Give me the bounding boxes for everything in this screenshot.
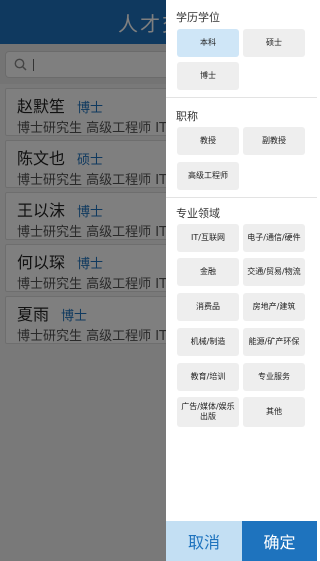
filter-footer: 取消 确定 — [166, 521, 317, 561]
option-finance[interactable]: 金融 — [177, 258, 239, 286]
option-logistics[interactable]: 交通/贸易/物流 — [243, 258, 305, 286]
option-professor[interactable]: 教授 — [177, 127, 239, 155]
option-professional-services[interactable]: 专业服务 — [243, 363, 305, 391]
option-associate-professor[interactable]: 副教授 — [243, 127, 305, 155]
section-title-education: 学历学位 — [176, 11, 220, 24]
option-media[interactable]: 广告/媒体/娱乐出版 — [177, 397, 239, 427]
confirm-button[interactable]: 确定 — [242, 521, 317, 561]
option-real-estate[interactable]: 房地产/建筑 — [243, 293, 305, 321]
option-education[interactable]: 教育/培训 — [177, 363, 239, 391]
divider — [166, 197, 317, 198]
cancel-button[interactable]: 取消 — [166, 521, 242, 561]
filter-drawer: 学历学位 本科 硕士 博士 职称 教授 副教授 高级工程师 专业领域 IT/互联… — [166, 0, 317, 561]
option-bachelor[interactable]: 本科 — [177, 29, 239, 57]
option-consumer-goods[interactable]: 消费品 — [177, 293, 239, 321]
option-master[interactable]: 硕士 — [243, 29, 305, 57]
option-doctor[interactable]: 博士 — [177, 62, 239, 90]
divider — [166, 97, 317, 98]
option-machinery[interactable]: 机械/制造 — [177, 328, 239, 356]
option-it-internet[interactable]: IT/互联网 — [177, 224, 239, 252]
option-senior-engineer[interactable]: 高级工程师 — [177, 162, 239, 190]
option-energy[interactable]: 能源/矿产环保 — [243, 328, 305, 356]
section-title-field: 专业领域 — [176, 207, 220, 220]
option-electronics[interactable]: 电子/通信/硬件 — [243, 224, 305, 252]
section-title-rank: 职称 — [176, 110, 198, 123]
option-other[interactable]: 其他 — [243, 397, 305, 427]
